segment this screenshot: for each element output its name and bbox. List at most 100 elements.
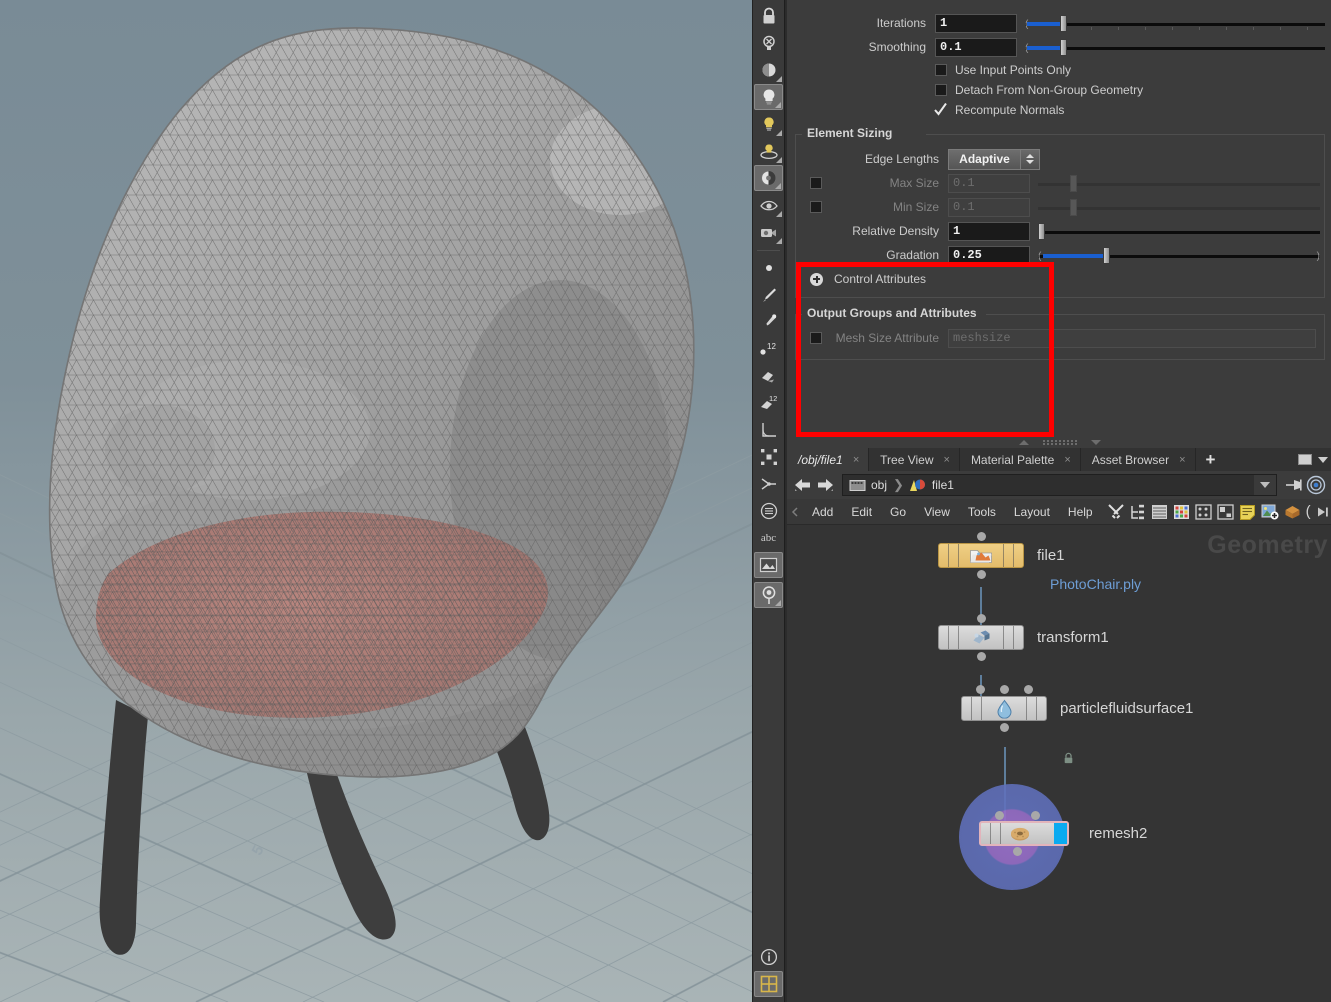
sphere-light-icon[interactable] <box>754 57 783 83</box>
node-output-connector[interactable] <box>1013 847 1022 856</box>
param-row-recompute-normals[interactable]: Recompute Normals <box>787 100 1325 120</box>
hierarchy-icon[interactable] <box>1130 504 1146 520</box>
menu-edit[interactable]: Edit <box>842 499 881 525</box>
network-path-field[interactable]: obj ❯ file1 <box>842 474 1277 496</box>
camera-icon[interactable] <box>754 219 783 245</box>
node-input-connector[interactable] <box>977 532 986 541</box>
node-output-connector[interactable] <box>977 570 986 579</box>
param-input-relative-density[interactable]: 1 <box>948 221 1030 241</box>
collapse-down-icon[interactable] <box>1090 439 1101 445</box>
play-icon[interactable] <box>1316 506 1329 518</box>
node-output-connector[interactable] <box>977 652 986 661</box>
expander-control-attributes[interactable]: Control Attributes <box>800 269 1320 289</box>
network-toolbar-icons[interactable]: ( <box>1107 503 1329 521</box>
dots-grid-icon[interactable] <box>1194 503 1212 520</box>
camera-view-icon[interactable] <box>754 165 783 191</box>
eye-look-icon[interactable] <box>754 192 783 218</box>
node-display-flag[interactable] <box>1054 823 1067 844</box>
lock-icon[interactable] <box>754 3 783 29</box>
plus-circle-icon[interactable] <box>810 272 823 286</box>
layout-panel-icon[interactable] <box>1216 503 1234 520</box>
list-circle-icon[interactable] <box>754 498 783 524</box>
measure-point-icon[interactable]: 12 <box>754 336 783 362</box>
menu-help[interactable]: Help <box>1059 499 1102 525</box>
image-plane-icon[interactable] <box>754 552 783 578</box>
tab-material-palette[interactable]: Material Palette × <box>959 448 1081 471</box>
close-icon[interactable]: × <box>1179 454 1185 466</box>
param-slider-smoothing[interactable]: ( <box>1025 38 1325 57</box>
note-icon[interactable] <box>1239 504 1256 520</box>
tab-bar-right-controls[interactable] <box>1298 448 1331 471</box>
checkbox-min-size[interactable] <box>810 201 822 213</box>
network-menu-bar[interactable]: Add Edit Go View Tools Layout Help ( <box>787 499 1331 525</box>
param-slider-gradation[interactable]: ( ) <box>1038 246 1320 265</box>
param-input-smoothing[interactable]: 0.1 <box>935 37 1017 57</box>
pin-marker-icon[interactable] <box>754 582 783 608</box>
node-file1[interactable]: file1 <box>938 532 1065 579</box>
close-icon[interactable]: × <box>853 454 859 466</box>
checkbox-max-size[interactable] <box>810 177 822 189</box>
viewport-tool-shelf[interactable]: 12 12 abc <box>752 0 785 1002</box>
network-path-bar[interactable]: obj ❯ file1 <box>787 471 1331 499</box>
param-slider-iterations[interactable]: ( <box>1025 14 1325 33</box>
measure-area-icon[interactable]: 12 <box>754 390 783 416</box>
menu-add[interactable]: Add <box>803 499 842 525</box>
chair-mesh-model[interactable] <box>0 0 752 1002</box>
param-slider-relative-density[interactable] <box>1038 222 1320 241</box>
axis-tripod-icon[interactable] <box>754 471 783 497</box>
info-icon[interactable] <box>754 944 783 970</box>
checkbox-detach-from-non-group-geometry[interactable] <box>935 84 947 96</box>
close-icon[interactable]: × <box>944 454 950 466</box>
param-slider-max-size[interactable] <box>1038 174 1320 193</box>
node-input-connector[interactable] <box>995 811 1004 820</box>
param-row-detach-from-non-group-geometry[interactable]: Detach From Non-Group Geometry <box>787 80 1325 100</box>
param-input-gradation[interactable]: 0.25 <box>948 245 1030 265</box>
node-body-transform1[interactable] <box>938 614 1024 661</box>
tab-tree-view[interactable]: Tree View × <box>869 448 960 471</box>
tab-asset-browser[interactable]: Asset Browser × <box>1080 448 1196 471</box>
maximize-pane-icon[interactable] <box>1298 454 1312 465</box>
node-input-connector[interactable] <box>977 614 986 623</box>
layout-grid-icon[interactable] <box>754 971 783 997</box>
point-icon[interactable] <box>754 255 783 281</box>
breadcrumb-file1[interactable]: file1 <box>908 478 954 493</box>
menu-go[interactable]: Go <box>881 499 915 525</box>
checkbox-use-input-points-only[interactable] <box>935 64 947 76</box>
back-button[interactable] <box>792 474 814 496</box>
angle-icon[interactable] <box>754 417 783 443</box>
menu-overflow-left-icon[interactable] <box>787 506 803 517</box>
add-tab-button[interactable]: + <box>1196 448 1226 471</box>
collapse-up-icon[interactable] <box>1018 439 1029 445</box>
checkbox-mesh-size-attribute[interactable] <box>810 332 822 344</box>
param-row-use-input-points-only[interactable]: Use Input Points Only <box>787 60 1325 80</box>
close-icon[interactable]: × <box>1064 454 1070 466</box>
light-off-icon[interactable] <box>754 30 783 56</box>
node-remesh2[interactable]: remesh2 <box>979 811 1147 856</box>
param-input-iterations[interactable]: 1 <box>935 13 1017 33</box>
scene-viewport[interactable]: 5 5 <box>0 0 752 1002</box>
node-output-connector[interactable] <box>1000 723 1009 732</box>
tab-obj-file1[interactable]: /obj/file1 × <box>787 448 870 471</box>
splitter-grip[interactable] <box>1042 439 1077 445</box>
node-transform1[interactable]: transform1 <box>938 614 1109 661</box>
menu-tools[interactable]: Tools <box>959 499 1005 525</box>
pin-pane-icon[interactable] <box>1283 474 1305 496</box>
node-particlefluidsurface1[interactable]: particlefluidsurface1 <box>961 685 1193 732</box>
point-light-icon[interactable] <box>754 84 783 110</box>
color-grid-icon[interactable] <box>1173 504 1190 520</box>
path-dropdown-button[interactable] <box>1254 475 1276 495</box>
node-input-connector[interactable] <box>976 685 985 694</box>
node-input-connector[interactable] <box>1024 685 1033 694</box>
paren-icon[interactable]: ( <box>1306 504 1311 519</box>
text-abc-icon[interactable]: abc <box>754 525 783 551</box>
pane-splitter[interactable] <box>787 436 1331 448</box>
pane-target-icon[interactable] <box>1305 474 1327 496</box>
network-tab-bar[interactable]: /obj/file1 × Tree View × Material Palett… <box>787 448 1331 471</box>
bounding-box-icon[interactable] <box>754 444 783 470</box>
checkbox-recompute-normals[interactable] <box>934 103 947 116</box>
node-input-connector[interactable] <box>1031 811 1040 820</box>
tools-icon[interactable] <box>1107 503 1125 521</box>
area-light-icon[interactable] <box>754 138 783 164</box>
box-icon[interactable] <box>1284 504 1301 520</box>
image-add-icon[interactable] <box>1261 504 1279 520</box>
